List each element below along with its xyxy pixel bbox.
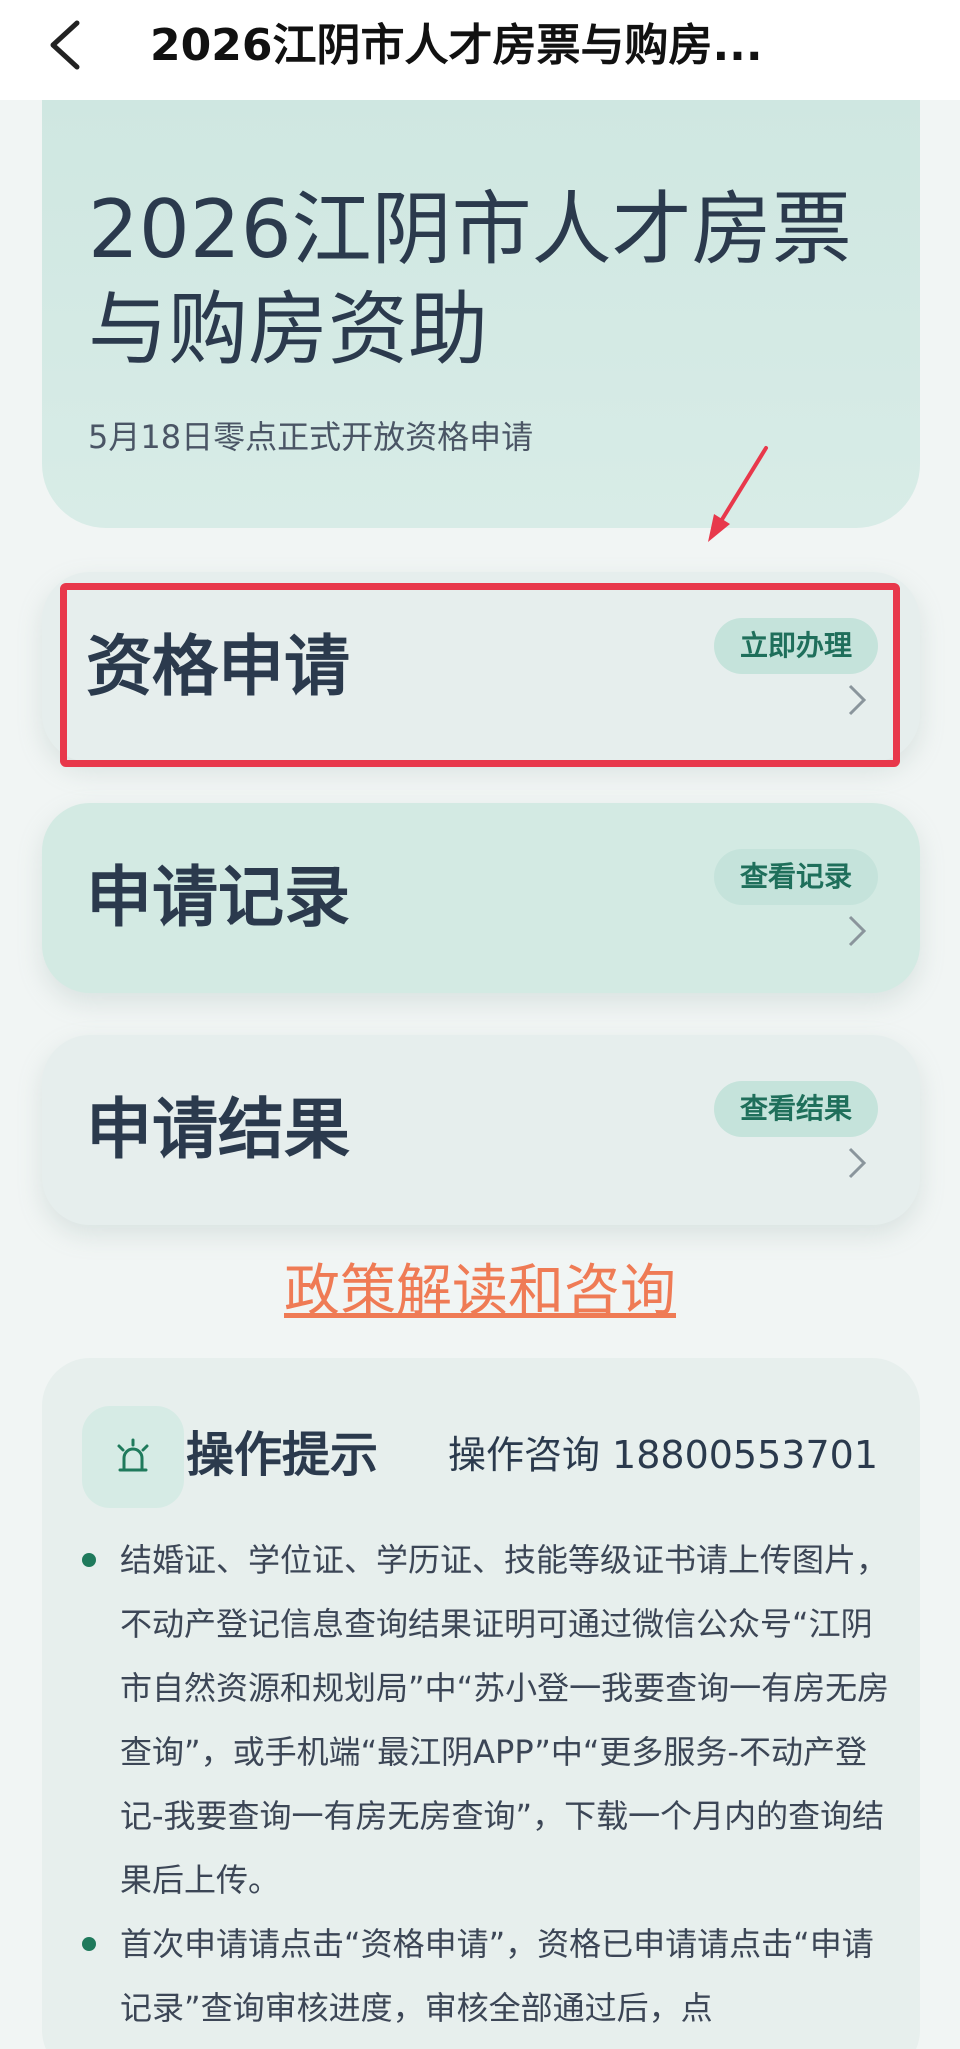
tip-item: 结婚证、学位证、学历证、技能等级证书请上传图片，不动产登记信息查询结果证明可通过… <box>120 1541 890 1899</box>
view-results-button[interactable]: 查看结果 <box>713 1081 878 1137</box>
card-application-records[interactable]: 申请记录 查看记录 <box>42 803 920 993</box>
highlight-box <box>60 583 900 767</box>
card-application-results[interactable]: 申请结果 查看结果 <box>42 1035 920 1225</box>
tips-phone[interactable]: 操作咨询 18800553701 <box>448 1422 878 1488</box>
chevron-right-icon <box>848 915 867 947</box>
card-title: 申请记录 <box>86 859 350 936</box>
banner-title: 2026江阴市人才房票与购房资助 <box>88 183 852 376</box>
top-nav-bar: 2026江阴市人才房票与购房... <box>0 0 960 100</box>
view-records-button[interactable]: 查看记录 <box>713 849 878 905</box>
chevron-left-icon <box>50 20 80 70</box>
card-title: 申请结果 <box>86 1091 350 1168</box>
tip-item: 首次申请请点击“资格申请”，资格已申请请点击“申请记录”查询审核进度，审核全部通… <box>120 1925 874 2027</box>
bullet-dot <box>82 1937 96 1951</box>
tips-icon-container <box>82 1406 184 1508</box>
policy-consult-link[interactable]: 政策解读和咨询 <box>0 1252 960 1332</box>
back-button[interactable] <box>30 10 100 80</box>
page-title: 2026江阴市人才房票与购房... <box>150 20 763 71</box>
chevron-right-icon <box>848 1147 867 1179</box>
tips-title: 操作提示 <box>186 1427 379 1483</box>
banner-subtitle: 5月18日零点正式开放资格申请 <box>88 418 534 456</box>
bullet-dot <box>82 1553 96 1567</box>
annotation-arrow <box>708 446 768 542</box>
alarm-light-icon <box>117 1438 149 1472</box>
